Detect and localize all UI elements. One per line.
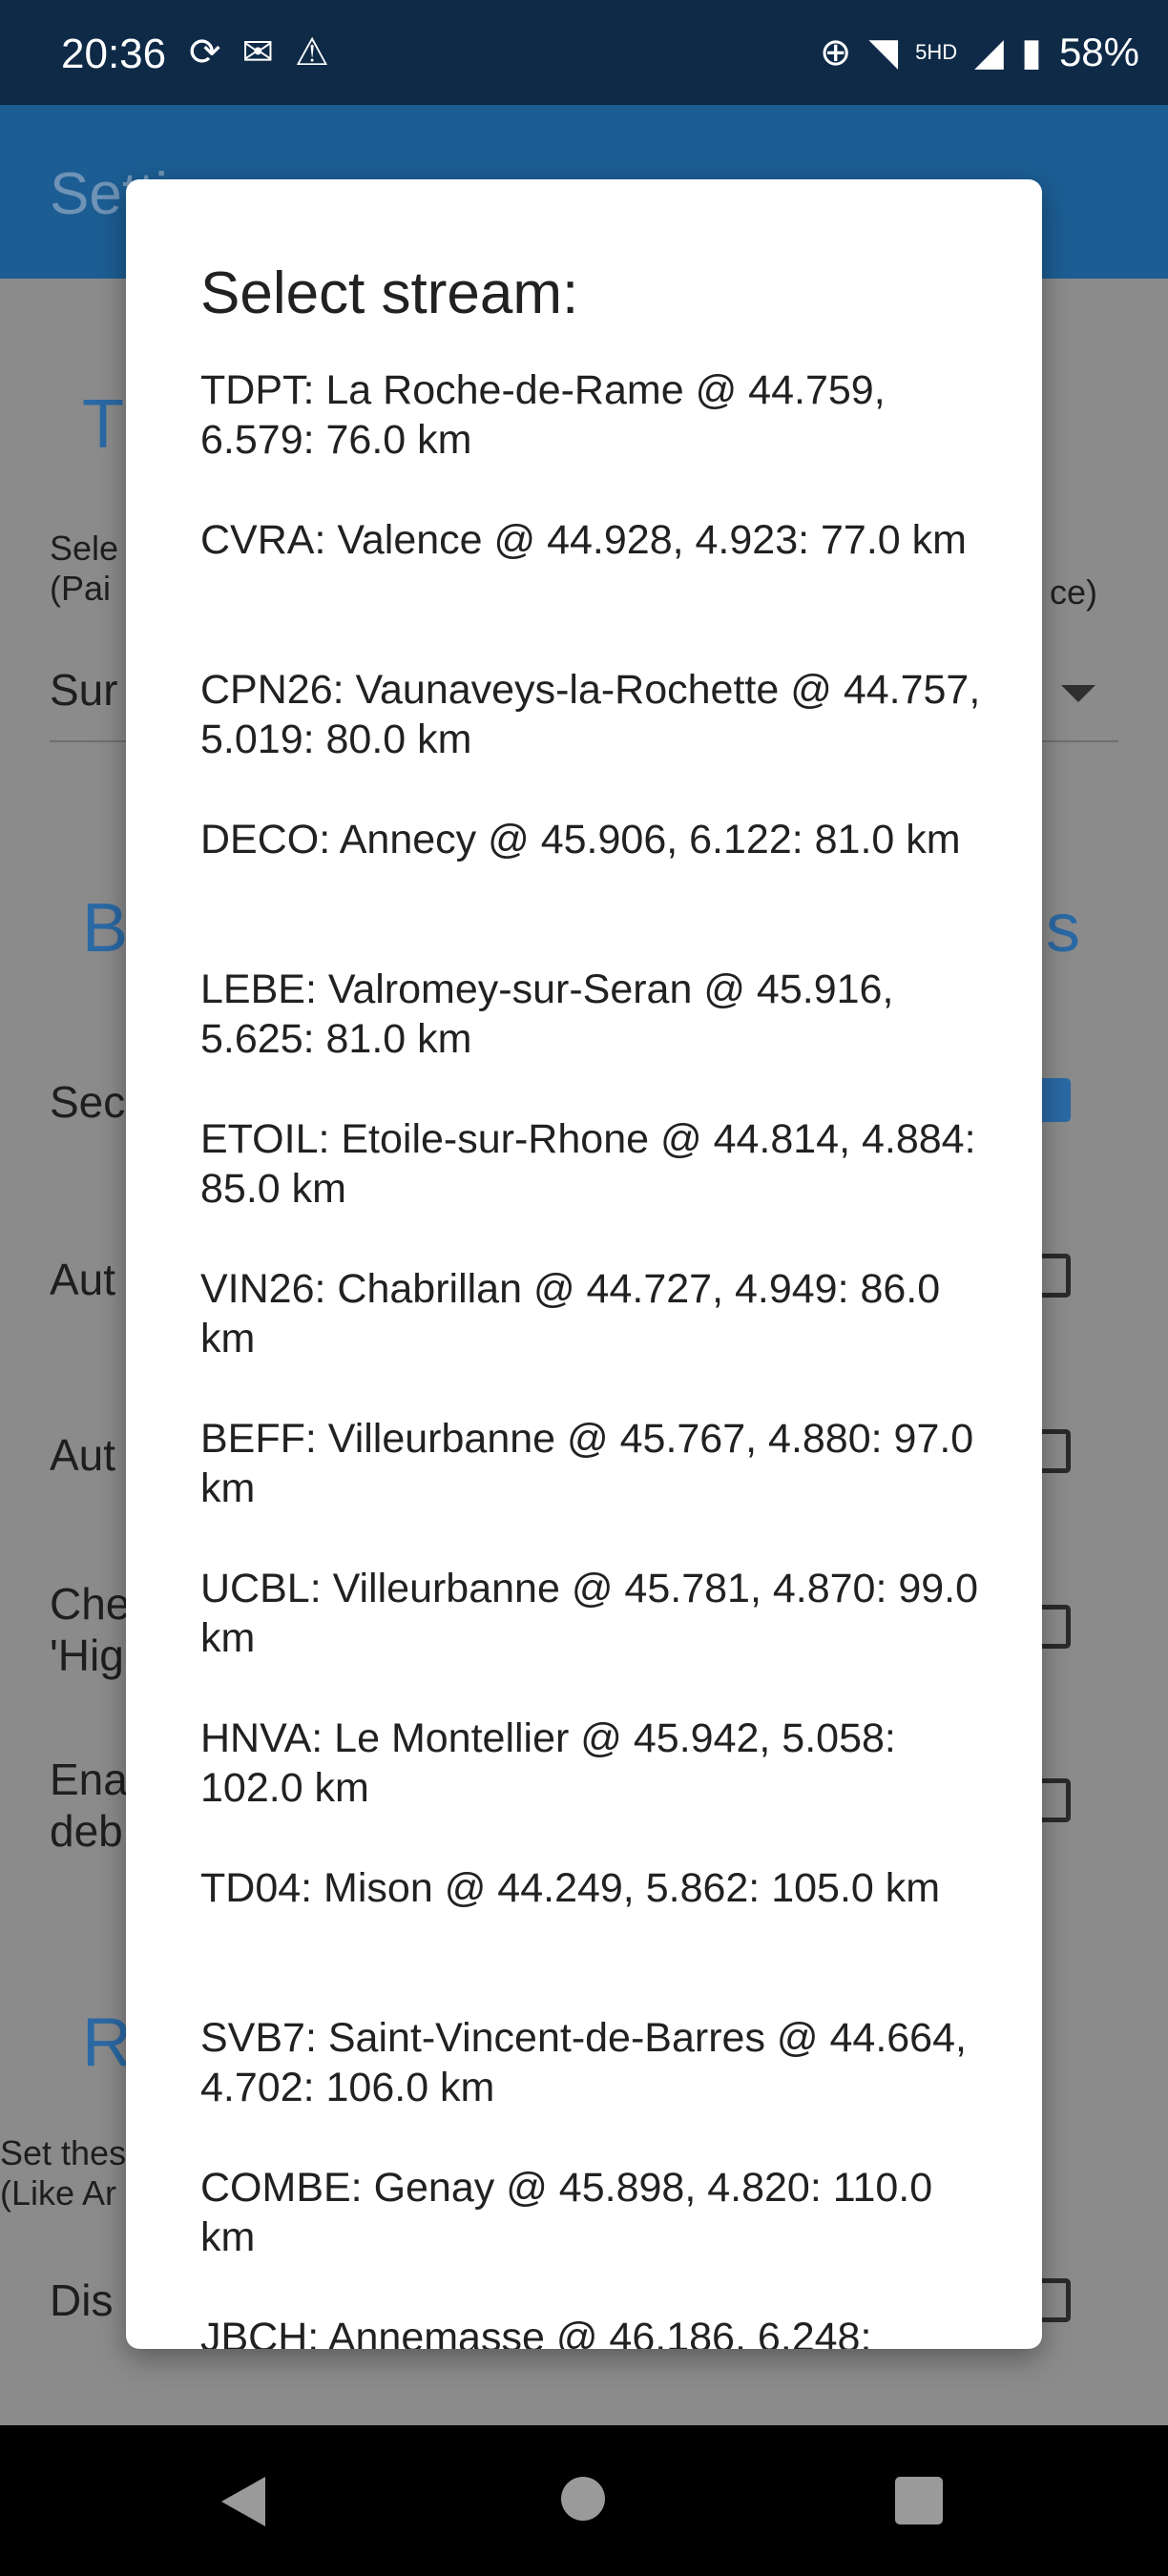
back-icon[interactable] xyxy=(221,2477,265,2526)
navigation-bar xyxy=(0,2425,1168,2576)
signal-icon: ◢ xyxy=(974,31,1004,73)
setting-row-6[interactable]: Dis xyxy=(50,2275,113,2326)
select-description-suffix: ce) xyxy=(1050,572,1098,612)
warning-icon: ⚠ xyxy=(295,31,329,73)
battery-percent: 58% xyxy=(1058,30,1139,74)
setting-row-5-line-2[interactable]: deb xyxy=(50,1805,123,1857)
status-icons-right: ⊕ ◥ 5HD ◢ ▮ 58% xyxy=(820,29,1139,76)
section-heading-1: T xyxy=(82,386,124,463)
dropdown-arrow-icon[interactable] xyxy=(1061,685,1095,702)
setting-row-2[interactable]: Aut xyxy=(50,1254,115,1305)
data-saver-icon: ⊕ xyxy=(819,31,852,73)
home-icon[interactable] xyxy=(561,2477,605,2521)
sync-icon: ⟳ xyxy=(189,31,221,73)
status-icons-left: ⟳ ✉ ⚠ xyxy=(189,29,329,76)
stream-item[interactable]: DECO: Annecy @ 45.906, 6.122: 81.0 km xyxy=(200,815,983,965)
select-stream-dialog: Select stream: TDPT: La Roche-de-Rame @ … xyxy=(126,179,1042,2349)
status-time: 20:36 xyxy=(61,31,167,77)
stream-item[interactable]: SVB7: Saint-Vincent-de-Barres @ 44.664, … xyxy=(200,2013,983,2163)
battery-icon: ▮ xyxy=(1020,31,1042,73)
stream-item[interactable]: JBCH: Annemasse @ 46.186, 6.248: xyxy=(200,2313,983,2349)
stream-item[interactable]: CVRA: Valence @ 44.928, 4.923: 77.0 km xyxy=(200,515,983,665)
select-description-2: (Pai xyxy=(50,569,112,608)
mail-icon: ✉ xyxy=(241,31,275,73)
stream-item[interactable]: LEBE: Valromey-sur-Seran @ 45.916, 5.625… xyxy=(200,965,983,1114)
dialog-title: Select stream: xyxy=(200,260,579,326)
setting-row-3[interactable]: Aut xyxy=(50,1429,115,1481)
stream-list[interactable]: TDPT: La Roche-de-Rame @ 44.759, 6.579: … xyxy=(200,365,983,2349)
section-heading-2: B xyxy=(82,890,129,966)
stream-item[interactable]: ETOIL: Etoile-sur-Rhone @ 44.814, 4.884:… xyxy=(200,1114,983,1264)
network-label: 5HD xyxy=(915,40,958,64)
section-note-1: Set thes xyxy=(0,2133,127,2172)
setting-row-4-line-2[interactable]: 'Hig xyxy=(50,1630,124,1681)
dropdown-value[interactable]: Sur xyxy=(50,664,118,716)
stream-item[interactable]: CPN26: Vaunaveys-la-Rochette @ 44.757, 5… xyxy=(200,665,983,815)
setting-row-5-line-1[interactable]: Ena xyxy=(50,1754,128,1805)
setting-row-1[interactable]: Sec xyxy=(50,1076,125,1128)
stream-item[interactable]: COMBE: Genay @ 45.898, 4.820: 110.0 km xyxy=(200,2163,983,2313)
recents-icon[interactable] xyxy=(895,2477,943,2524)
stream-item[interactable]: HNVA: Le Montellier @ 45.942, 5.058: 102… xyxy=(200,1714,983,1863)
stream-item[interactable]: UCBL: Villeurbanne @ 45.781, 4.870: 99.0… xyxy=(200,1564,983,1714)
select-description-1: Sele xyxy=(50,529,119,568)
section-note-2: (Like Ar xyxy=(0,2173,117,2212)
status-bar: 20:36 ⟳ ✉ ⚠ ⊕ ◥ 5HD ◢ ▮ 58% xyxy=(0,0,1168,105)
stream-item[interactable]: TDPT: La Roche-de-Rame @ 44.759, 6.579: … xyxy=(200,365,983,515)
stream-item[interactable]: TD04: Mison @ 44.249, 5.862: 105.0 km xyxy=(200,1863,983,2013)
wifi-icon: ◥ xyxy=(868,31,899,73)
stream-item[interactable]: BEFF: Villeurbanne @ 45.767, 4.880: 97.0… xyxy=(200,1414,983,1564)
stream-item[interactable]: VIN26: Chabrillan @ 44.727, 4.949: 86.0 … xyxy=(200,1264,983,1414)
section-heading-3: R xyxy=(82,2005,132,2081)
setting-row-4-line-1[interactable]: Che xyxy=(50,1578,130,1630)
